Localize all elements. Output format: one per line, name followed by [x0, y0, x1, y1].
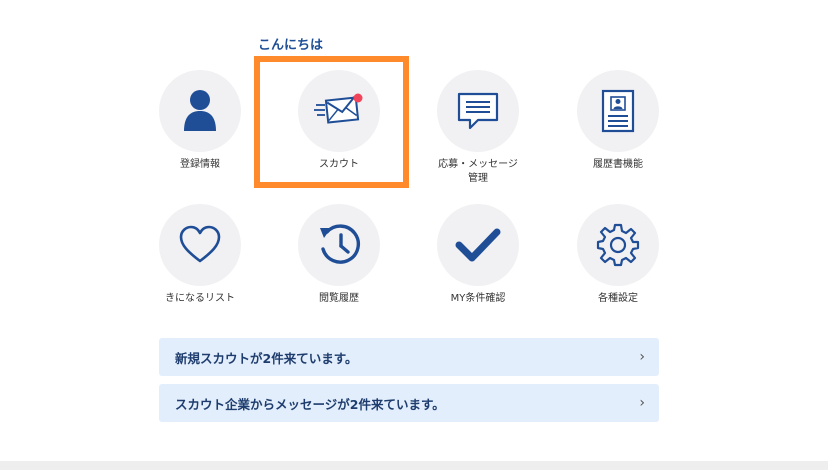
menu-item-label: 閲覧履歴: [319, 293, 359, 304]
history-icon: [320, 224, 360, 264]
menu-item-label: きになるリスト: [165, 293, 235, 304]
menu-item-registration[interactable]: 登録情報: [130, 70, 270, 172]
menu-item-settings[interactable]: 各種設定: [548, 204, 688, 306]
menu-icon-circle: [437, 70, 519, 152]
menu-item-my-conditions[interactable]: MY条件確認: [408, 204, 548, 306]
checkmark-icon: [455, 228, 501, 262]
envelope-icon: [314, 93, 363, 124]
chat-bubble-icon: [457, 92, 499, 130]
menu-item-scout[interactable]: スカウト: [269, 70, 409, 172]
menu-icon-circle: [298, 204, 380, 286]
chevron-right-icon: ›: [639, 349, 645, 365]
footer-band: [0, 461, 828, 470]
notice-scout-messages[interactable]: スカウト企業からメッセージが2件来ています。 ›: [159, 384, 659, 422]
menu-icon-circle: [298, 70, 380, 152]
menu-item-label: 履歴書機能: [593, 159, 643, 170]
menu-item-label: MY条件確認: [450, 293, 506, 304]
notice-new-scouts[interactable]: 新規スカウトが2件来ています。 ›: [159, 338, 659, 376]
notice-text: 新規スカウトが2件来ています。: [175, 350, 358, 366]
menu-item-label: 応募・メッセージ 管理: [438, 159, 518, 184]
person-icon: [184, 90, 216, 131]
menu-item-favorites[interactable]: きになるリスト: [130, 204, 270, 306]
menu-item-label: 各種設定: [598, 293, 638, 304]
notice-text: スカウト企業からメッセージが2件来ています。: [175, 396, 445, 412]
notification-badge: [353, 93, 363, 103]
menu-icon-circle: [437, 204, 519, 286]
menu-icon-circle: [577, 70, 659, 152]
menu-item-applications-messages[interactable]: 応募・メッセージ 管理: [408, 70, 548, 186]
menu-item-resume[interactable]: 履歴書機能: [548, 70, 688, 172]
resume-icon: [601, 89, 635, 133]
menu-item-label: スカウト: [319, 159, 359, 170]
chevron-right-icon: ›: [639, 395, 645, 411]
menu-item-label: 登録情報: [180, 159, 220, 170]
heart-icon: [179, 225, 221, 263]
menu-icon-circle: [159, 204, 241, 286]
menu-item-browsing-history[interactable]: 閲覧履歴: [269, 204, 409, 306]
menu-grid: 登録情報 スカウト 応募・メッセージ 管理 履歴書機能 きになるリスト 閲覧履歴…: [0, 0, 828, 330]
menu-icon-circle: [577, 204, 659, 286]
gear-icon: [596, 223, 640, 267]
menu-icon-circle: [159, 70, 241, 152]
